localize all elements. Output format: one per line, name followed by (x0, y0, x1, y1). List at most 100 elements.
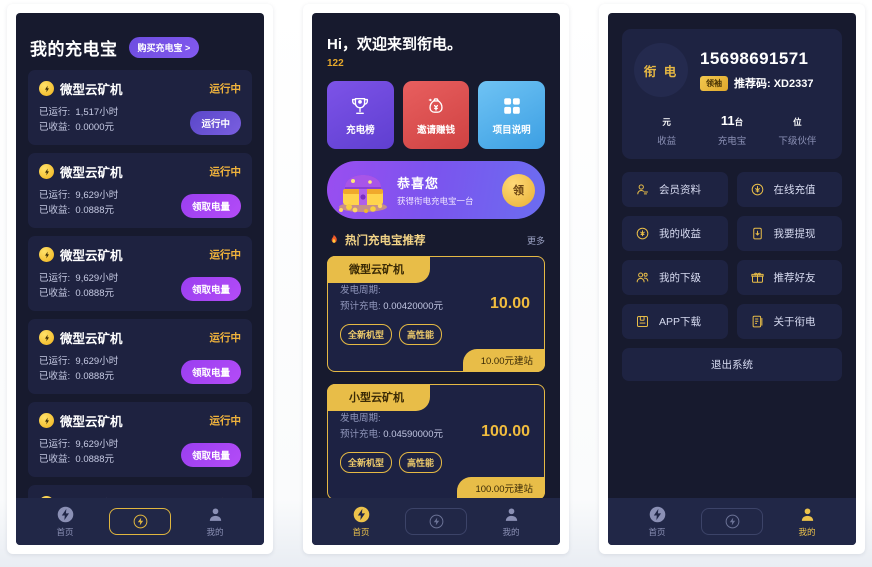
user-count: 122 (327, 58, 344, 69)
miner-name-wrap: 微型云矿机 (39, 494, 123, 498)
hot-section-more[interactable]: 更多 (527, 234, 545, 247)
miner-status: 运行中 (209, 166, 242, 178)
miner-runtime-value: 9,629小时 (75, 190, 119, 201)
tab-mine[interactable]: 我的 (488, 506, 534, 538)
product-body: 发电周期: 预计充电: 0.04590000元 全新机型 高性能 100.00 (340, 411, 532, 473)
miner-list: 微型云矿机 运行中 已运行: 1,517小时 已收益: 0.0000元 运行中 微型云矿机… (16, 70, 264, 498)
panel3-tabbar: 首页 我的 (608, 498, 856, 545)
menu-item-8[interactable]: 关于衔电 (736, 304, 842, 339)
panel1-scroll-area[interactable]: 我的充电宝 购买充电宝 > 微型云矿机 运行中 已运行: 1,517小时 已收益: 0… (16, 13, 264, 498)
menu-item-label: 我的下级 (659, 272, 701, 284)
tab-home[interactable]: 首页 (42, 506, 88, 538)
bolt-icon (39, 164, 54, 179)
money-bag-icon (425, 95, 447, 117)
product-cycle-label: 发电周期: (340, 413, 381, 424)
product-tag: 高性能 (399, 324, 443, 345)
tab-home[interactable]: 首页 (338, 506, 384, 538)
stat-value-row: 元 (634, 113, 699, 128)
tile-charging-rank[interactable]: 充电榜 (327, 81, 394, 149)
tab-mine[interactable]: 我的 (784, 506, 830, 538)
tab-home[interactable]: 首页 (634, 506, 680, 538)
phone-frame-home: Hi，欢迎来到衔电。 122 充电榜 邀请赚钱 项目说明 恭喜您 获得衔电充电宝… (303, 4, 569, 554)
tab-mine-label: 我的 (798, 526, 816, 537)
tab-mine-label: 我的 (206, 526, 224, 537)
product-name-tab: 小型云矿机 (327, 384, 430, 411)
avatar: 衔 电 (634, 43, 688, 97)
stat-value: 11 (720, 113, 735, 128)
menu-item-2[interactable]: 在线充值 (736, 172, 842, 207)
miner-card[interactable]: 微型云矿机运行中已运行: 9,629小时已收益: 0.0888元领取电量 (28, 319, 252, 394)
miner-runtime-label: 已运行: (39, 356, 71, 367)
panel3-content: 衔 电 15698691571 领袖 推荐码: XD2337 元收益 11台 充电宝… (608, 13, 856, 381)
bolt-icon (39, 247, 54, 262)
product-cycle-line: 发电周期: (340, 411, 475, 427)
menu-item-5[interactable]: 我的下级 (622, 260, 728, 295)
miner-income-value: 0.0888元 (75, 205, 114, 216)
miner-action-button[interactable]: 领取电量 (180, 277, 241, 301)
miner-runtime-value: 9,629小时 (75, 273, 119, 284)
tab-home-label: 首页 (56, 526, 74, 537)
menu-item-3[interactable]: 我的收益 (622, 216, 728, 251)
panel2-scroll-area[interactable]: Hi，欢迎来到衔电。 122 充电榜 邀请赚钱 项目说明 恭喜您 获得衔电充电宝… (312, 13, 560, 498)
tab-center-charge[interactable] (109, 508, 171, 535)
profile-referral-row: 领袖 推荐码: XD2337 (700, 75, 830, 91)
product-footer-tab: 100.00元建站 (457, 477, 545, 498)
miner-name-wrap: 微型云矿机 (39, 162, 123, 181)
product-card[interactable]: 小型云矿机 发电周期: 预计充电: 0.04590000元 全新机型 高性能 100.0… (327, 384, 545, 498)
miner-card[interactable]: 微型云矿机运行中已运行: 9,629小时已收益: 0.0888元领取电量 (28, 153, 252, 228)
trophy-icon (349, 95, 371, 117)
miner-status: 运行中 (209, 249, 242, 261)
menu-item-label: 我要提现 (773, 228, 816, 240)
miner-action-button[interactable]: 领取电量 (180, 360, 241, 384)
miner-card[interactable]: 微型云矿机运行中已运行: 9,629小时已收益: 0.0888元领取电量 (28, 402, 252, 477)
tile-project-intro[interactable]: 项目说明 (478, 81, 546, 149)
congrats-banner[interactable]: 恭喜您 获得衔电充电宝一台 领 (327, 161, 545, 219)
profile-top: 衔 电 15698691571 领袖 推荐码: XD2337 (634, 43, 830, 97)
tab-center-charge[interactable] (405, 508, 467, 535)
miner-income-value: 0.0000元 (75, 122, 114, 133)
tab-center-charge[interactable] (701, 508, 763, 535)
banner-claim-button[interactable]: 领 (502, 173, 535, 207)
product-info: 发电周期: 预计充电: 0.00420000元 全新机型 高性能 (340, 283, 484, 345)
miner-action-button[interactable]: 领取电量 (180, 443, 241, 467)
menu-item-label: 我的收益 (659, 228, 701, 240)
tile-invite-earn[interactable]: 邀请赚钱 (402, 81, 470, 149)
miner-income-value: 0.0888元 (75, 288, 114, 299)
miner-status: 运行中 (209, 415, 242, 427)
miner-action-button[interactable]: 运行中 (190, 111, 241, 135)
miner-card[interactable]: 微型云矿机 运行中 已运行: 1,517小时 已收益: 0.0000元 运行中 (28, 70, 252, 145)
banner-title: 恭喜您 (397, 176, 440, 191)
panel1-header: 我的充电宝 购买充电宝 > (16, 13, 264, 70)
referral-code[interactable]: 推荐码: XD2337 (734, 75, 813, 91)
product-tag: 全新机型 (340, 324, 393, 345)
menu-item-6[interactable]: 推荐好友 (736, 260, 842, 295)
miner-runtime-label: 已运行: (39, 439, 71, 450)
panel3-scroll-area[interactable]: 衔 电 15698691571 领袖 推荐码: XD2337 元收益 11台 充电宝… (608, 13, 856, 498)
menu-item-1[interactable]: 会员资料 (622, 172, 728, 207)
miner-name: 微型云矿机 (60, 332, 123, 346)
miner-name: 微型云矿机 (60, 83, 123, 97)
stat-value-row: 位 (765, 113, 830, 128)
miner-runtime-label: 已运行: (39, 190, 71, 201)
menu-item-label: 会员资料 (659, 184, 701, 196)
tab-home-label: 首页 (648, 526, 666, 537)
buy-powerbank-button[interactable]: 购买充电宝 > (128, 37, 200, 58)
miner-runtime-label: 已运行: (39, 273, 71, 284)
logout-button[interactable]: 退出系统 (622, 348, 842, 381)
miner-card[interactable]: 微型云矿机运行中已运行: 9,629小时已收益: 0.0888元领取电量 (28, 485, 252, 498)
miner-card[interactable]: 微型云矿机运行中已运行: 9,629小时已收益: 0.0888元领取电量 (28, 236, 252, 311)
tile-label: 充电榜 (346, 124, 375, 136)
product-price: 10.00 (489, 295, 530, 312)
menu-item-4[interactable]: 我要提现 (736, 216, 842, 251)
product-estimate-value: 0.04590000元 (383, 429, 443, 440)
product-estimate-label: 预计充电: (340, 429, 381, 440)
miner-runtime-value: 9,629小时 (75, 356, 119, 367)
miner-action-button[interactable]: 领取电量 (180, 194, 241, 218)
product-card[interactable]: 微型云矿机 发电周期: 预计充电: 0.00420000元 全新机型 高性能 10.00… (327, 256, 545, 372)
miner-card-header: 微型云矿机运行中 (39, 494, 241, 498)
miner-card-header: 微型云矿机 运行中 (39, 162, 241, 181)
tab-mine[interactable]: 我的 (192, 506, 238, 538)
menu-item-7[interactable]: APP下载 (622, 304, 728, 339)
product-price: 100.00 (481, 423, 530, 440)
product-tag: 全新机型 (340, 452, 393, 473)
